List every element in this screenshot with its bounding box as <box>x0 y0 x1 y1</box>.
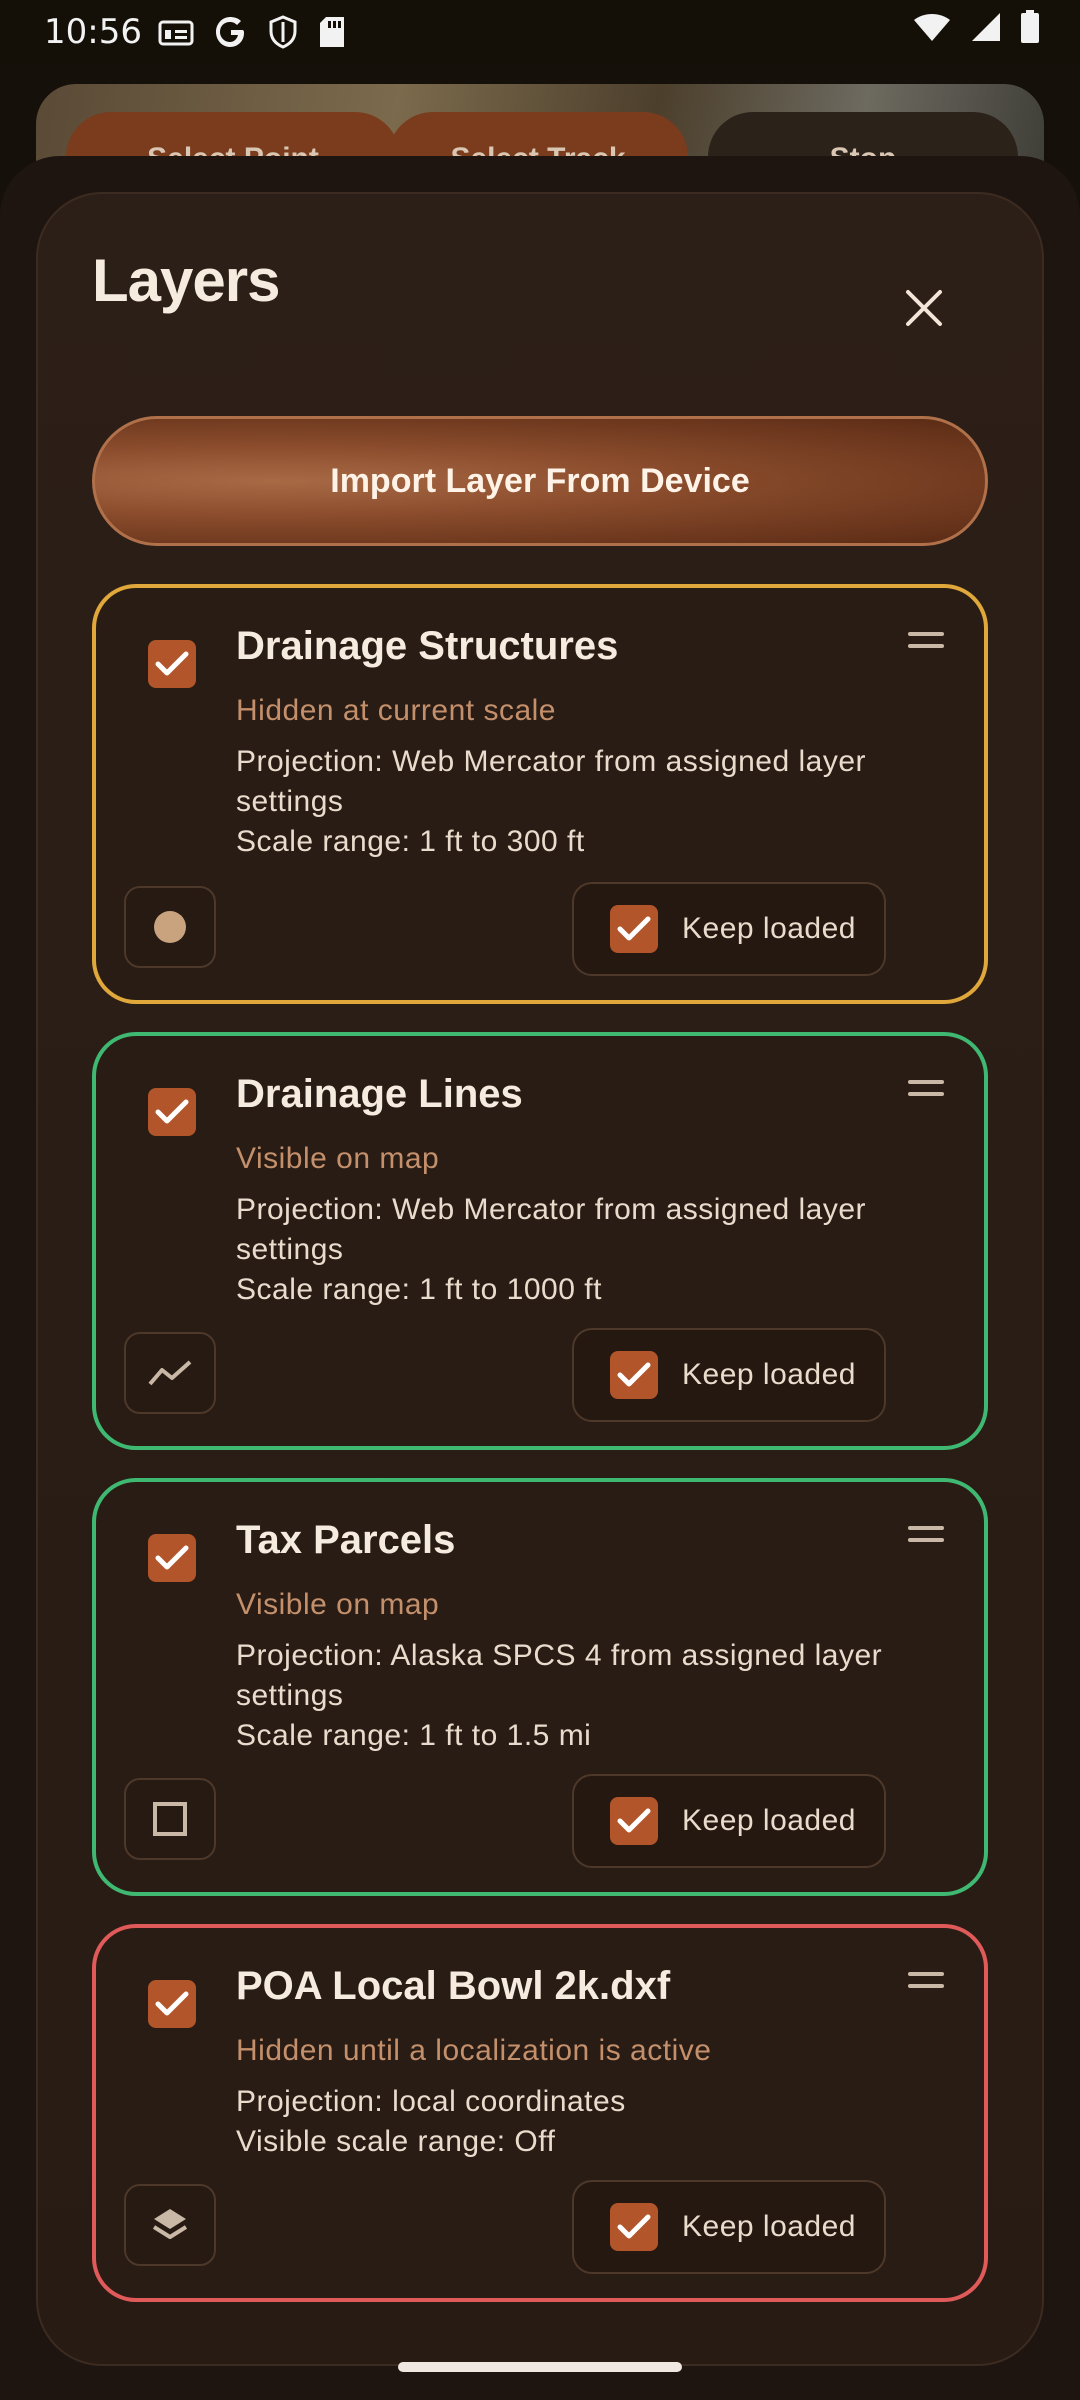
status-time: 10:56 <box>44 12 142 52</box>
layer-details: Projection: Web Mercator from assigned l… <box>236 1190 916 1310</box>
layer-status: Hidden until a localization is active <box>236 2034 712 2067</box>
layer-name: POA Local Bowl 2k.dxf <box>236 1964 671 2008</box>
layer-visibility-checkbox[interactable] <box>148 1534 196 1582</box>
layer-details: Projection: Alaska SPCS 4 from assigned … <box>236 1636 916 1756</box>
layers-icon <box>152 2209 188 2239</box>
keep-loaded-toggle[interactable]: Keep loaded <box>572 1774 886 1868</box>
import-layer-button[interactable]: Import Layer From Device <box>92 416 988 546</box>
shield-icon <box>269 15 297 49</box>
layer-scale-range: Scale range: 1 ft to 300 ft <box>236 825 585 858</box>
keep-loaded-label: Keep loaded <box>682 2210 856 2243</box>
layer-status: Visible on map <box>236 1588 440 1621</box>
geometry-type-button[interactable] <box>124 2184 216 2266</box>
drag-handle-icon[interactable] <box>908 1080 948 1100</box>
drag-handle-icon[interactable] <box>908 1972 948 1992</box>
cellular-icon <box>972 13 1000 41</box>
layer-status: Visible on map <box>236 1142 440 1175</box>
drag-handle-icon[interactable] <box>908 632 948 652</box>
geometry-type-button[interactable] <box>124 886 216 968</box>
layer-details: Projection: local coordinates Visible sc… <box>236 2082 916 2162</box>
layer-visibility-checkbox[interactable] <box>148 640 196 688</box>
layer-scale-range: Scale range: 1 ft to 1.5 mi <box>236 1719 592 1752</box>
keep-loaded-checkbox[interactable] <box>610 1797 658 1845</box>
layer-projection: Projection: Alaska SPCS 4 from assigned … <box>236 1639 883 1712</box>
keep-loaded-checkbox[interactable] <box>610 1351 658 1399</box>
layer-projection: Projection: local coordinates <box>236 2085 626 2118</box>
keep-loaded-label: Keep loaded <box>682 1358 856 1391</box>
check-icon <box>155 651 189 676</box>
panel-title: Layers <box>92 247 280 314</box>
check-icon <box>155 1545 189 1570</box>
layer-visibility-checkbox[interactable] <box>148 1088 196 1136</box>
keep-loaded-checkbox[interactable] <box>610 2203 658 2251</box>
layer-name: Tax Parcels <box>236 1518 456 1562</box>
layer-scale-range: Visible scale range: Off <box>236 2125 556 2158</box>
polyline-icon <box>148 1360 192 1386</box>
keep-loaded-toggle[interactable]: Keep loaded <box>572 2180 886 2274</box>
keep-loaded-checkbox[interactable] <box>610 905 658 953</box>
drag-handle-icon[interactable] <box>908 1526 948 1546</box>
layer-status: Hidden at current scale <box>236 694 556 727</box>
layer-details: Projection: Web Mercator from assigned l… <box>236 742 916 862</box>
wifi-icon <box>914 14 950 41</box>
check-icon <box>155 1991 189 2016</box>
check-icon <box>155 1099 189 1124</box>
layer-projection: Projection: Web Mercator from assigned l… <box>236 745 867 818</box>
layer-card-poa-local-bowl[interactable]: POA Local Bowl 2k.dxf Hidden until a loc… <box>92 1924 988 2302</box>
polygon-icon <box>153 1802 187 1836</box>
battery-icon <box>1021 10 1039 43</box>
status-icons-left <box>158 15 346 49</box>
check-icon <box>617 916 651 941</box>
status-icons-right <box>912 10 1040 44</box>
geometry-type-button[interactable] <box>124 1778 216 1860</box>
check-icon <box>617 1362 651 1387</box>
layer-scale-range: Scale range: 1 ft to 1000 ft <box>236 1273 602 1306</box>
close-icon <box>906 290 942 326</box>
id-card-icon <box>158 20 194 46</box>
check-icon <box>617 1808 651 1833</box>
layer-card-tax-parcels[interactable]: Tax Parcels Visible on map Projection: A… <box>92 1478 988 1896</box>
layer-name: Drainage Structures <box>236 624 619 668</box>
layer-card-drainage-structures[interactable]: Drainage Structures Hidden at current sc… <box>92 584 988 1004</box>
keep-loaded-toggle[interactable]: Keep loaded <box>572 1328 886 1422</box>
point-icon <box>154 911 186 943</box>
layer-card-drainage-lines[interactable]: Drainage Lines Visible on map Projection… <box>92 1032 988 1450</box>
status-bar: 10:56 <box>0 0 1080 64</box>
layer-projection: Projection: Web Mercator from assigned l… <box>236 1193 867 1266</box>
keep-loaded-label: Keep loaded <box>682 1804 856 1837</box>
layer-visibility-checkbox[interactable] <box>148 1980 196 2028</box>
home-indicator[interactable] <box>398 2362 682 2372</box>
close-button[interactable] <box>896 280 952 336</box>
check-icon <box>617 2214 651 2239</box>
sd-card-icon <box>319 17 344 47</box>
keep-loaded-label: Keep loaded <box>682 912 856 945</box>
google-icon <box>215 17 244 47</box>
layer-name: Drainage Lines <box>236 1072 523 1116</box>
keep-loaded-toggle[interactable]: Keep loaded <box>572 882 886 976</box>
geometry-type-button[interactable] <box>124 1332 216 1414</box>
